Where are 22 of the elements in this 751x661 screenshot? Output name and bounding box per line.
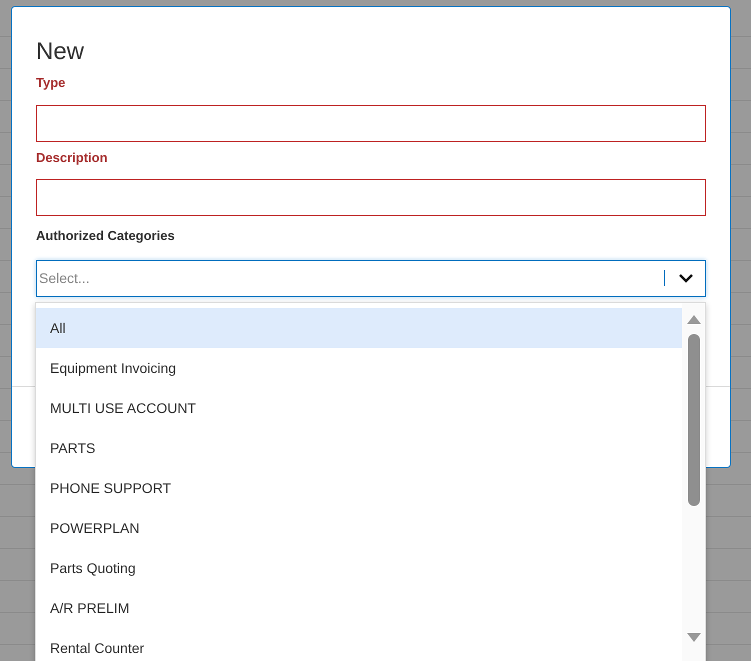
field-label: Description [36, 148, 109, 167]
select-field[interactable]: Select... [36, 260, 706, 296]
scrollbar[interactable] [682, 303, 705, 661]
dropdown-option[interactable]: A/R PRELIM [36, 588, 682, 628]
scrollbar-thumb[interactable] [688, 334, 700, 506]
scroll-down-icon[interactable] [686, 633, 700, 642]
field-label: Type [36, 74, 66, 92]
field-label: Authorized Categories [36, 227, 176, 245]
dropdown-option[interactable]: PARTS [36, 428, 682, 468]
text-field[interactable] [36, 179, 706, 216]
dialog-title: New [36, 37, 86, 67]
dropdown-option[interactable]: PHONE SUPPORT [36, 468, 682, 508]
chevron-down-icon[interactable] [679, 274, 693, 282]
dropdown-option[interactable]: Parts Quoting [36, 548, 682, 588]
dropdown-option[interactable]: Rental Counter [36, 628, 682, 661]
dropdown-option[interactable]: All [36, 308, 682, 348]
select-placeholder: Select... [39, 268, 91, 288]
dropdown-option[interactable]: Equipment Invoicing [36, 348, 682, 388]
dropdown-option[interactable]: MULTI USE ACCOUNT [36, 388, 682, 428]
dropdown-option[interactable]: POWERPLAN [36, 508, 682, 548]
scroll-up-icon[interactable] [686, 315, 700, 324]
text-field[interactable] [36, 104, 706, 142]
